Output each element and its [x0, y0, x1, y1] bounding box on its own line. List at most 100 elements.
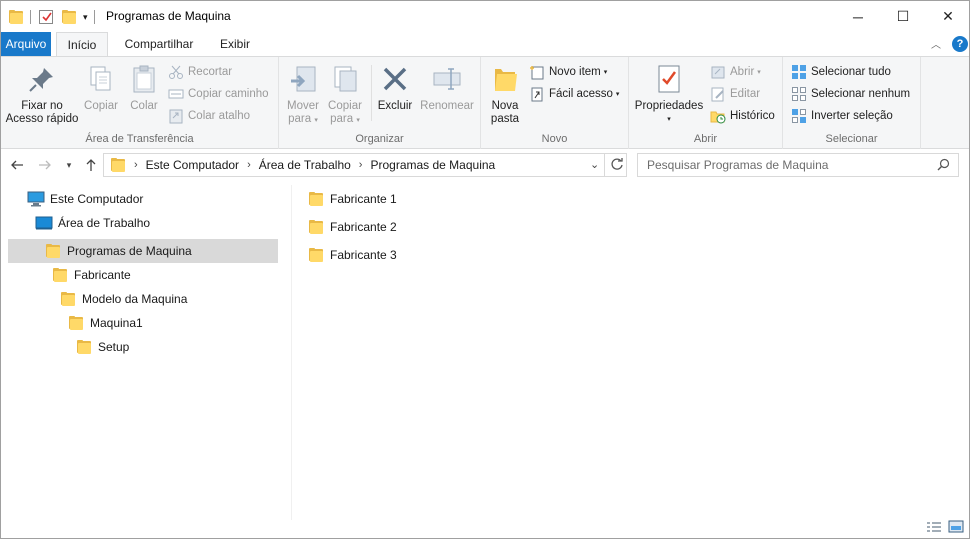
tree-item-fabricante[interactable]: Fabricante — [52, 263, 282, 287]
move-to-label-1: Mover — [287, 100, 319, 112]
breadcrumb-chevron-icon[interactable]: › — [359, 159, 363, 171]
maximize-button[interactable]: ☐ — [880, 1, 926, 32]
copy-to-icon — [329, 63, 361, 95]
tree-item-label: Maquina1 — [90, 316, 143, 330]
tree-item-maquina1[interactable]: Maquina1 — [68, 311, 282, 335]
new-folder-button[interactable]: Nova pasta — [487, 63, 523, 126]
breadcrumb-chevron-icon[interactable]: › — [134, 159, 138, 171]
breadcrumb-desktop[interactable]: Área de Trabalho — [259, 158, 351, 172]
desktop-icon — [35, 215, 53, 231]
copy-icon — [85, 63, 117, 95]
pin-quick-access-button[interactable]: Fixar no Acesso rápido — [5, 63, 79, 126]
select-none-button[interactable]: Selecionar nenhum — [791, 84, 910, 104]
tab-view[interactable]: Exibir — [213, 32, 257, 56]
pane-splitter[interactable] — [291, 185, 292, 520]
copy-path-icon — [168, 86, 184, 102]
help-icon[interactable]: ? — [952, 36, 968, 52]
tree-item-modelo[interactable]: Modelo da Maquina — [60, 287, 282, 311]
address-history-chevron-icon[interactable]: ⌄ — [590, 158, 599, 171]
history-button[interactable]: Histórico — [710, 106, 775, 126]
list-item[interactable]: Fabricante 1 — [308, 187, 397, 211]
list-item[interactable]: Fabricante 2 — [308, 215, 397, 239]
forward-arrow-icon[interactable] — [35, 155, 55, 175]
invert-selection-icon — [791, 108, 807, 124]
cut-button[interactable]: Recortar — [168, 62, 232, 82]
move-to-button[interactable]: Mover para ▾ — [283, 63, 323, 127]
invert-selection-label: Inverter seleção — [811, 110, 893, 122]
folder-icon — [68, 315, 84, 331]
file-name: Fabricante 2 — [330, 220, 397, 234]
close-button[interactable]: ✕ — [925, 1, 970, 32]
easy-access-button[interactable]: Fácil acesso ▾ — [529, 84, 619, 104]
search-placeholder: Pesquisar Programas de Maquina — [647, 158, 829, 172]
recent-locations-chevron-icon[interactable]: ▾ — [59, 155, 79, 175]
copy-button[interactable]: Copiar — [81, 63, 121, 113]
tree-item-label: Área de Trabalho — [58, 216, 151, 230]
tree-item-desktop[interactable]: Área de Trabalho — [35, 211, 287, 235]
title-bar: ▾ Programas de Maquina ─ ☐ ✕ — [1, 1, 969, 32]
select-none-label: Selecionar nenhum — [811, 88, 911, 100]
breadcrumb-computer[interactable]: Este Computador — [146, 158, 239, 172]
rename-label: Renomear — [420, 100, 474, 112]
search-icon[interactable] — [937, 158, 950, 174]
delete-button[interactable]: Excluir — [375, 63, 415, 113]
clipboard-group: Fixar no Acesso rápido Copiar Colar Reco… — [1, 57, 279, 149]
computer-icon — [27, 191, 45, 207]
paste-shortcut-label: Colar atalho — [188, 110, 251, 122]
select-group: Selecionar tudo Selecionar nenhum Invert… — [783, 57, 921, 149]
rename-button[interactable]: Renomear — [417, 63, 477, 113]
large-icons-view-icon[interactable] — [948, 520, 964, 537]
tab-home[interactable]: Início — [56, 32, 108, 57]
up-arrow-icon[interactable] — [81, 155, 101, 175]
address-bar[interactable]: › Este Computador › Área de Trabalho › P… — [103, 153, 627, 177]
folder-icon — [110, 157, 126, 173]
toolbar-divider — [30, 10, 31, 24]
organize-group-label: Organizar — [355, 133, 404, 145]
list-item[interactable]: Fabricante 3 — [308, 243, 397, 267]
paste-shortcut-button[interactable]: Colar atalho — [168, 106, 250, 126]
open-button[interactable]: Abrir ▾ — [710, 62, 761, 82]
status-bar — [1, 518, 969, 538]
move-to-label-2: para ▾ — [288, 113, 318, 125]
properties-check-icon[interactable] — [39, 10, 53, 24]
new-folder-label-1: Nova — [491, 100, 519, 112]
breadcrumb-chevron-icon[interactable]: › — [247, 159, 251, 171]
easy-access-label: Fácil acesso — [549, 88, 613, 100]
invert-selection-button[interactable]: Inverter seleção — [791, 106, 893, 126]
copy-to-button[interactable]: Copiar para ▾ — [325, 63, 365, 127]
new-item-button[interactable]: Novo item ▾ — [529, 62, 607, 82]
paste-button[interactable]: Colar — [125, 63, 163, 113]
breadcrumb-current-folder[interactable]: Programas de Maquina — [370, 158, 495, 172]
refresh-icon[interactable] — [610, 157, 624, 174]
collapse-ribbon-chevron-icon[interactable]: ︿ — [931, 36, 941, 51]
select-all-label: Selecionar tudo — [811, 66, 891, 78]
new-group-label: Novo — [541, 133, 568, 145]
tab-share[interactable]: Compartilhar — [117, 32, 201, 56]
copy-to-label-2: para ▾ — [330, 113, 360, 125]
open-group-label: Abrir — [693, 133, 718, 145]
search-input[interactable]: Pesquisar Programas de Maquina — [637, 153, 959, 177]
tab-file[interactable]: Arquivo — [1, 32, 51, 56]
select-all-button[interactable]: Selecionar tudo — [791, 62, 891, 82]
easy-access-icon — [529, 86, 545, 102]
tree-item-this-pc[interactable]: Este Computador — [27, 187, 287, 211]
folder-icon — [8, 9, 24, 25]
move-to-icon — [287, 63, 319, 95]
rename-icon — [431, 63, 463, 95]
tree-item-programas[interactable]: Programas de Maquina — [8, 239, 278, 263]
minimize-button[interactable]: ─ — [835, 1, 881, 32]
cut-label: Recortar — [188, 66, 233, 78]
paste-label: Colar — [130, 100, 158, 112]
details-view-icon[interactable] — [926, 521, 942, 536]
new-folder-icon[interactable] — [61, 9, 77, 25]
copy-path-button[interactable]: Copiar caminho — [168, 84, 269, 104]
edit-button[interactable]: Editar — [710, 84, 760, 104]
file-name: Fabricante 1 — [330, 192, 397, 206]
back-arrow-icon[interactable] — [7, 155, 27, 175]
file-name: Fabricante 3 — [330, 248, 397, 262]
tree-item-setup[interactable]: Setup — [76, 335, 282, 359]
clipboard-group-label: Área de Transferência — [85, 133, 194, 145]
edit-icon — [710, 86, 726, 102]
properties-button[interactable]: Propriedades ▾ — [633, 63, 705, 126]
customize-toolbar-chevron-icon[interactable]: ▾ — [83, 12, 88, 23]
